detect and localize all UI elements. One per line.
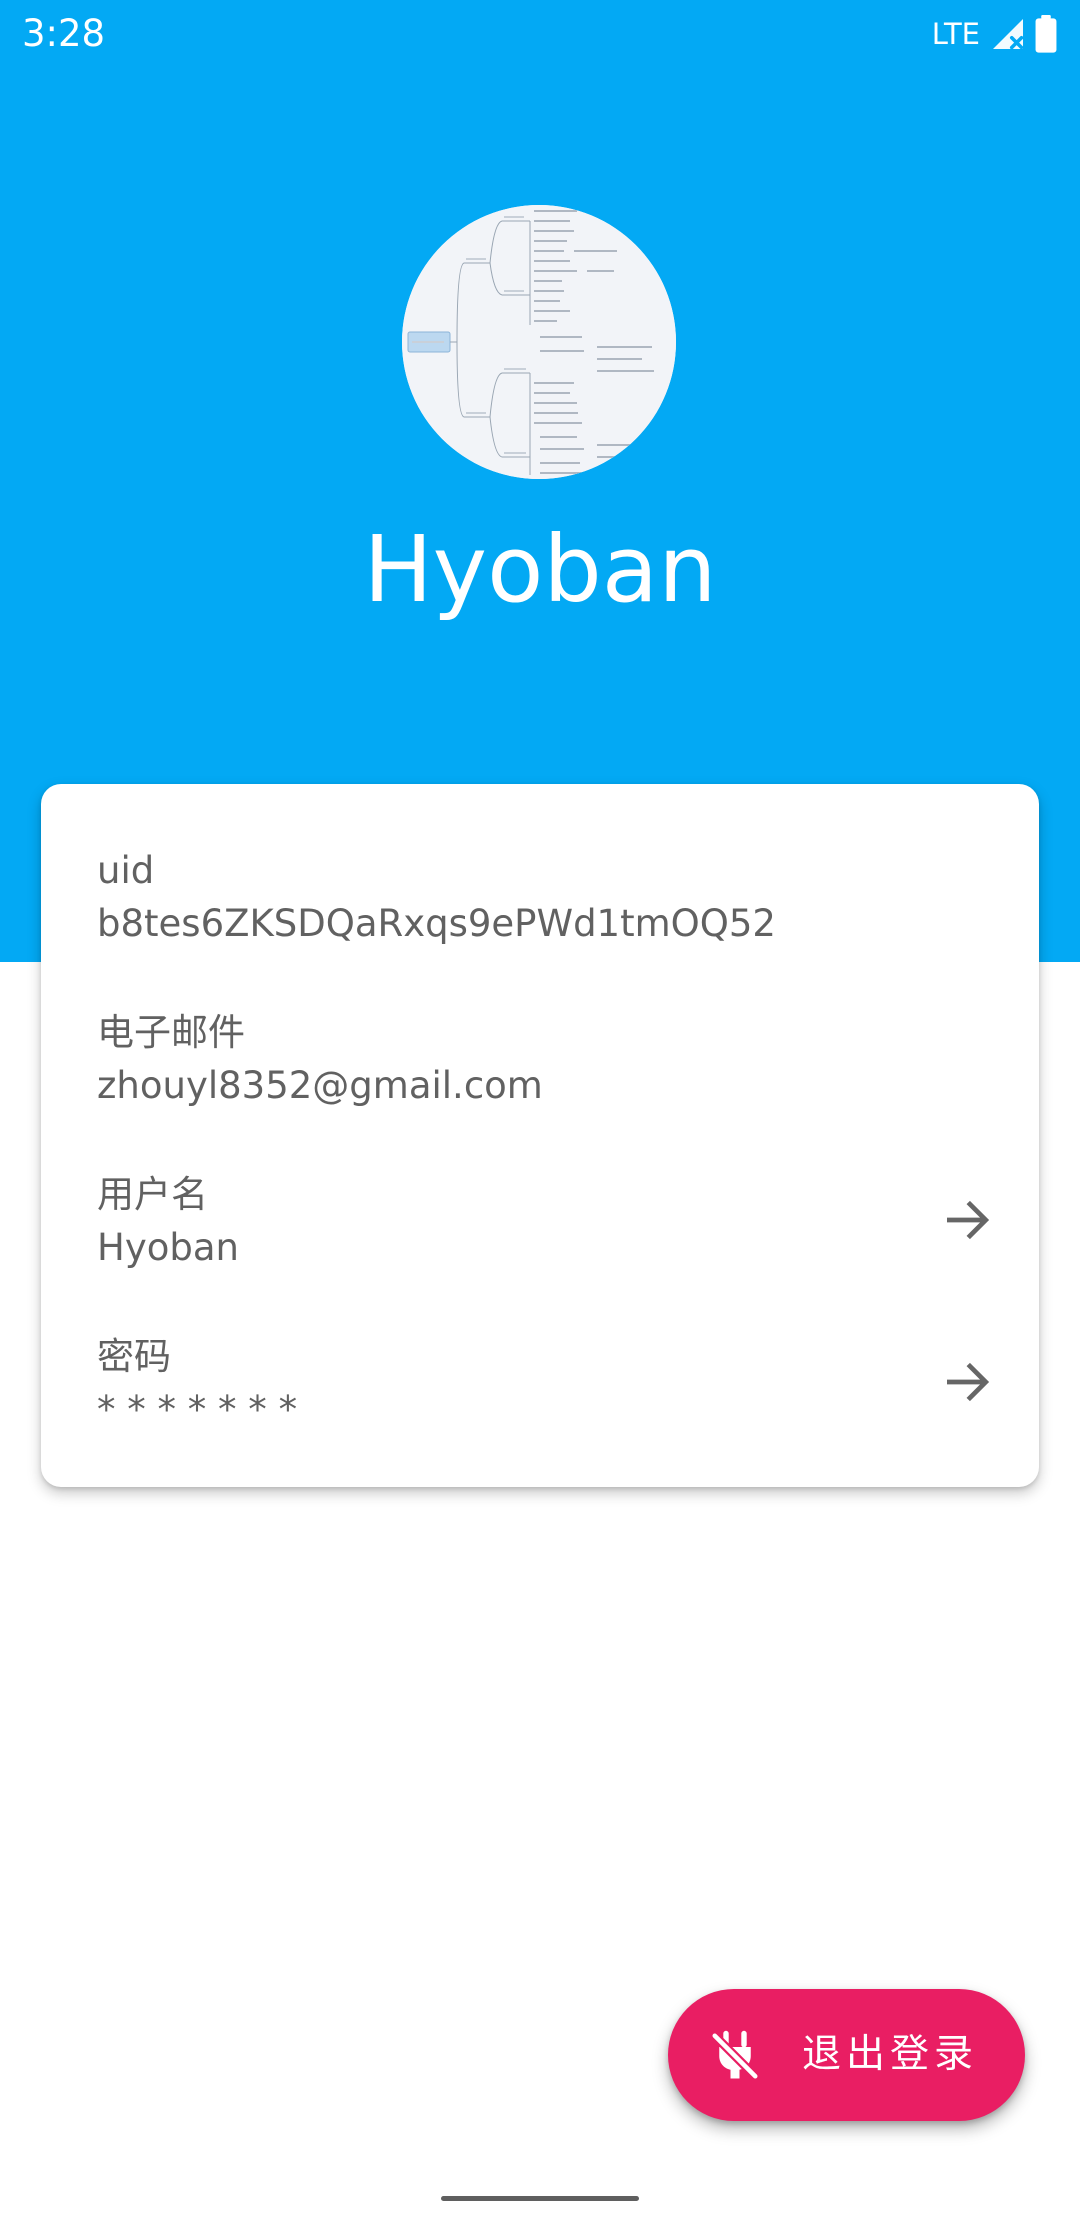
arrow-forward-icon[interactable] (937, 1352, 997, 1412)
password-row[interactable]: 密码 * * * * * * * (97, 1330, 997, 1470)
email-value: zhouyl8352@gmail.com (97, 1064, 543, 1107)
username-value: Hyoban (97, 1226, 239, 1269)
logout-label: 退出登录 (802, 2032, 979, 2077)
uid-value: b8tes6ZKSDQaRxqs9ePWd1tmOQ52 (97, 902, 776, 945)
password-value: * * * * * * * (97, 1388, 298, 1431)
mind-map-thumbnail (402, 205, 676, 479)
battery-full-icon (1035, 15, 1057, 53)
uid-row: uid b8tes6ZKSDQaRxqs9ePWd1tmOQ52 (97, 844, 997, 984)
username-label: 用户名 (97, 1173, 208, 1216)
username-row[interactable]: 用户名 Hyoban (97, 1168, 997, 1308)
status-bar: 3:28 LTE (0, 0, 1080, 68)
network-type: LTE (931, 17, 980, 51)
email-label: 电子邮件 (97, 1011, 245, 1054)
arrow-forward-icon[interactable] (937, 1190, 997, 1250)
status-time: 3:28 (22, 12, 106, 55)
email-row: 电子邮件 zhouyl8352@gmail.com (97, 1006, 997, 1146)
uid-label: uid (97, 849, 155, 892)
status-icons: LTE (932, 14, 1058, 54)
gesture-nav-handle[interactable] (441, 2196, 639, 2201)
logout-button[interactable]: 退出登录 (668, 1989, 1025, 2121)
signal-no-data-icon (993, 19, 1024, 50)
avatar[interactable] (402, 205, 676, 479)
account-info-card: uid b8tes6ZKSDQaRxqs9ePWd1tmOQ52 电子邮件 zh… (41, 784, 1039, 1487)
password-label: 密码 (97, 1335, 171, 1378)
power-off-plug-icon (711, 2030, 759, 2080)
display-name: Hyoban (363, 516, 717, 623)
